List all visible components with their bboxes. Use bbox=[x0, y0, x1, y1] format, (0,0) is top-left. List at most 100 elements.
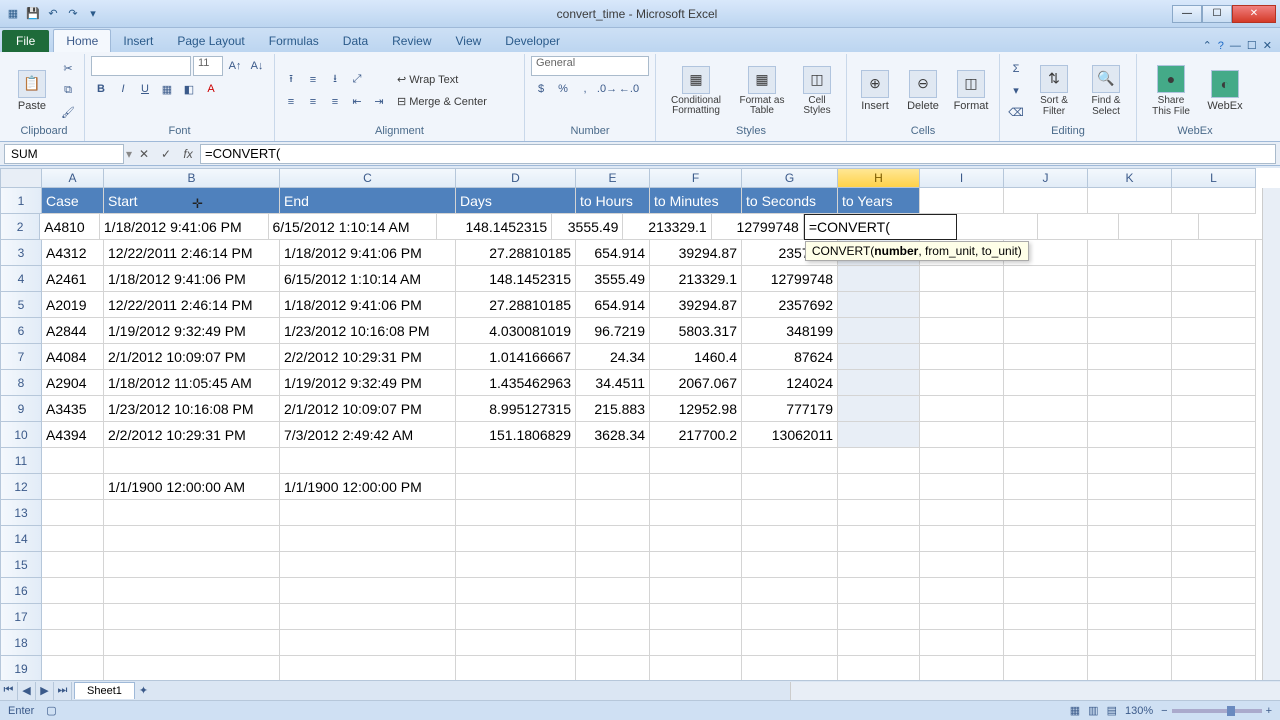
cell-G19[interactable] bbox=[742, 656, 838, 680]
cell-C18[interactable] bbox=[280, 630, 456, 656]
cell-B15[interactable] bbox=[104, 552, 280, 578]
cell-K18[interactable] bbox=[1088, 630, 1172, 656]
cell-F14[interactable] bbox=[650, 526, 742, 552]
page-layout-tab[interactable]: Page Layout bbox=[165, 30, 256, 52]
cell-K13[interactable] bbox=[1088, 500, 1172, 526]
row-header[interactable]: 17 bbox=[0, 604, 42, 630]
cell-B19[interactable] bbox=[104, 656, 280, 680]
share-file-button[interactable]: ●Share This File bbox=[1143, 63, 1199, 119]
font-size-combo[interactable]: 11 bbox=[193, 56, 223, 76]
cell-G12[interactable] bbox=[742, 474, 838, 500]
cell-B2[interactable]: 1/18/2012 9:41:06 PM bbox=[100, 214, 269, 240]
cell-K4[interactable] bbox=[1088, 266, 1172, 292]
increase-decimal-icon[interactable]: .0→ bbox=[597, 79, 617, 99]
cell-L7[interactable] bbox=[1172, 344, 1256, 370]
cell-E18[interactable] bbox=[576, 630, 650, 656]
sort-filter-button[interactable]: ⇅Sort & Filter bbox=[1030, 63, 1078, 119]
formula-input[interactable]: =CONVERT( bbox=[200, 144, 1276, 164]
cell-J5[interactable] bbox=[1004, 292, 1088, 318]
cell-E15[interactable] bbox=[576, 552, 650, 578]
row-header[interactable]: 4 bbox=[0, 266, 42, 292]
cell-I10[interactable] bbox=[920, 422, 1004, 448]
cell-I11[interactable] bbox=[920, 448, 1004, 474]
cell-K16[interactable] bbox=[1088, 578, 1172, 604]
cell-F7[interactable]: 1460.4 bbox=[650, 344, 742, 370]
vertical-scrollbar[interactable] bbox=[1262, 188, 1280, 680]
cell-A18[interactable] bbox=[42, 630, 104, 656]
cell-K17[interactable] bbox=[1088, 604, 1172, 630]
cell-D13[interactable] bbox=[456, 500, 576, 526]
cell-J11[interactable] bbox=[1004, 448, 1088, 474]
cell-E2[interactable]: 3555.49 bbox=[552, 214, 623, 240]
cell-E12[interactable] bbox=[576, 474, 650, 500]
cell-E16[interactable] bbox=[576, 578, 650, 604]
webex-button[interactable]: ◐WebEx bbox=[1203, 68, 1247, 114]
cell-G8[interactable]: 124024 bbox=[742, 370, 838, 396]
row-header[interactable]: 18 bbox=[0, 630, 42, 656]
column-header-L[interactable]: L bbox=[1172, 168, 1256, 188]
cell-I18[interactable] bbox=[920, 630, 1004, 656]
row-header[interactable]: 19 bbox=[0, 656, 42, 680]
cell-E13[interactable] bbox=[576, 500, 650, 526]
cell-K1[interactable] bbox=[1088, 188, 1172, 214]
cell-B18[interactable] bbox=[104, 630, 280, 656]
cell-D12[interactable] bbox=[456, 474, 576, 500]
align-top-icon[interactable]: ⭱ bbox=[281, 70, 301, 90]
cell-J12[interactable] bbox=[1004, 474, 1088, 500]
comma-icon[interactable]: , bbox=[575, 79, 595, 99]
cell-C9[interactable]: 2/1/2012 10:09:07 PM bbox=[280, 396, 456, 422]
cell-A5[interactable]: A2019 bbox=[42, 292, 104, 318]
row-header[interactable]: 10 bbox=[0, 422, 42, 448]
border-icon[interactable]: ▦ bbox=[157, 79, 177, 99]
cell-L1[interactable] bbox=[1172, 188, 1256, 214]
cell-J15[interactable] bbox=[1004, 552, 1088, 578]
cell-J2[interactable] bbox=[1038, 214, 1119, 240]
developer-tab[interactable]: Developer bbox=[493, 30, 572, 52]
align-left-icon[interactable]: ≡ bbox=[281, 92, 301, 112]
cell-F9[interactable]: 12952.98 bbox=[650, 396, 742, 422]
format-painter-icon[interactable]: 🖌 bbox=[58, 103, 78, 123]
cell-H19[interactable] bbox=[838, 656, 920, 680]
align-right-icon[interactable]: ≡ bbox=[325, 92, 345, 112]
cell-G15[interactable] bbox=[742, 552, 838, 578]
cell-A4[interactable]: A2461 bbox=[42, 266, 104, 292]
cell-I12[interactable] bbox=[920, 474, 1004, 500]
cell-D17[interactable] bbox=[456, 604, 576, 630]
column-header-J[interactable]: J bbox=[1004, 168, 1088, 188]
fill-icon[interactable]: ▾ bbox=[1006, 81, 1026, 101]
column-header-H[interactable]: H bbox=[838, 168, 920, 188]
cell-F16[interactable] bbox=[650, 578, 742, 604]
cell-F6[interactable]: 5803.317 bbox=[650, 318, 742, 344]
cell-H2[interactable]: =CONVERT(CONVERT(number, from_unit, to_u… bbox=[804, 214, 957, 240]
cell-B16[interactable] bbox=[104, 578, 280, 604]
decrease-decimal-icon[interactable]: ←.0 bbox=[619, 79, 639, 99]
workbook-restore-icon[interactable]: ☐ bbox=[1247, 39, 1257, 52]
clear-icon[interactable]: ⌫ bbox=[1006, 103, 1026, 123]
cell-L6[interactable] bbox=[1172, 318, 1256, 344]
formulas-tab[interactable]: Formulas bbox=[257, 30, 331, 52]
insert-cells-button[interactable]: ⊕Insert bbox=[853, 68, 897, 114]
cell-D6[interactable]: 4.030081019 bbox=[456, 318, 576, 344]
shrink-font-icon[interactable]: A↓ bbox=[247, 56, 267, 76]
zoom-slider[interactable]: − + bbox=[1161, 705, 1272, 717]
cell-A13[interactable] bbox=[42, 500, 104, 526]
cell-C13[interactable] bbox=[280, 500, 456, 526]
column-header-E[interactable]: E bbox=[576, 168, 650, 188]
cell-A8[interactable]: A2904 bbox=[42, 370, 104, 396]
row-header[interactable]: 12 bbox=[0, 474, 42, 500]
cell-B8[interactable]: 1/18/2012 11:05:45 AM bbox=[104, 370, 280, 396]
sheet-nav-first-icon[interactable]: ⏮ bbox=[0, 682, 18, 700]
cell-D10[interactable]: 151.1806829 bbox=[456, 422, 576, 448]
cell-H4[interactable] bbox=[838, 266, 920, 292]
cell-F2[interactable]: 213329.1 bbox=[623, 214, 711, 240]
cell-H5[interactable] bbox=[838, 292, 920, 318]
bold-icon[interactable]: B bbox=[91, 79, 111, 99]
cell-L15[interactable] bbox=[1172, 552, 1256, 578]
cell-L13[interactable] bbox=[1172, 500, 1256, 526]
cell-K7[interactable] bbox=[1088, 344, 1172, 370]
cell-D14[interactable] bbox=[456, 526, 576, 552]
row-header[interactable]: 9 bbox=[0, 396, 42, 422]
cell-C11[interactable] bbox=[280, 448, 456, 474]
maximize-button[interactable]: ☐ bbox=[1202, 5, 1232, 23]
cell-F18[interactable] bbox=[650, 630, 742, 656]
